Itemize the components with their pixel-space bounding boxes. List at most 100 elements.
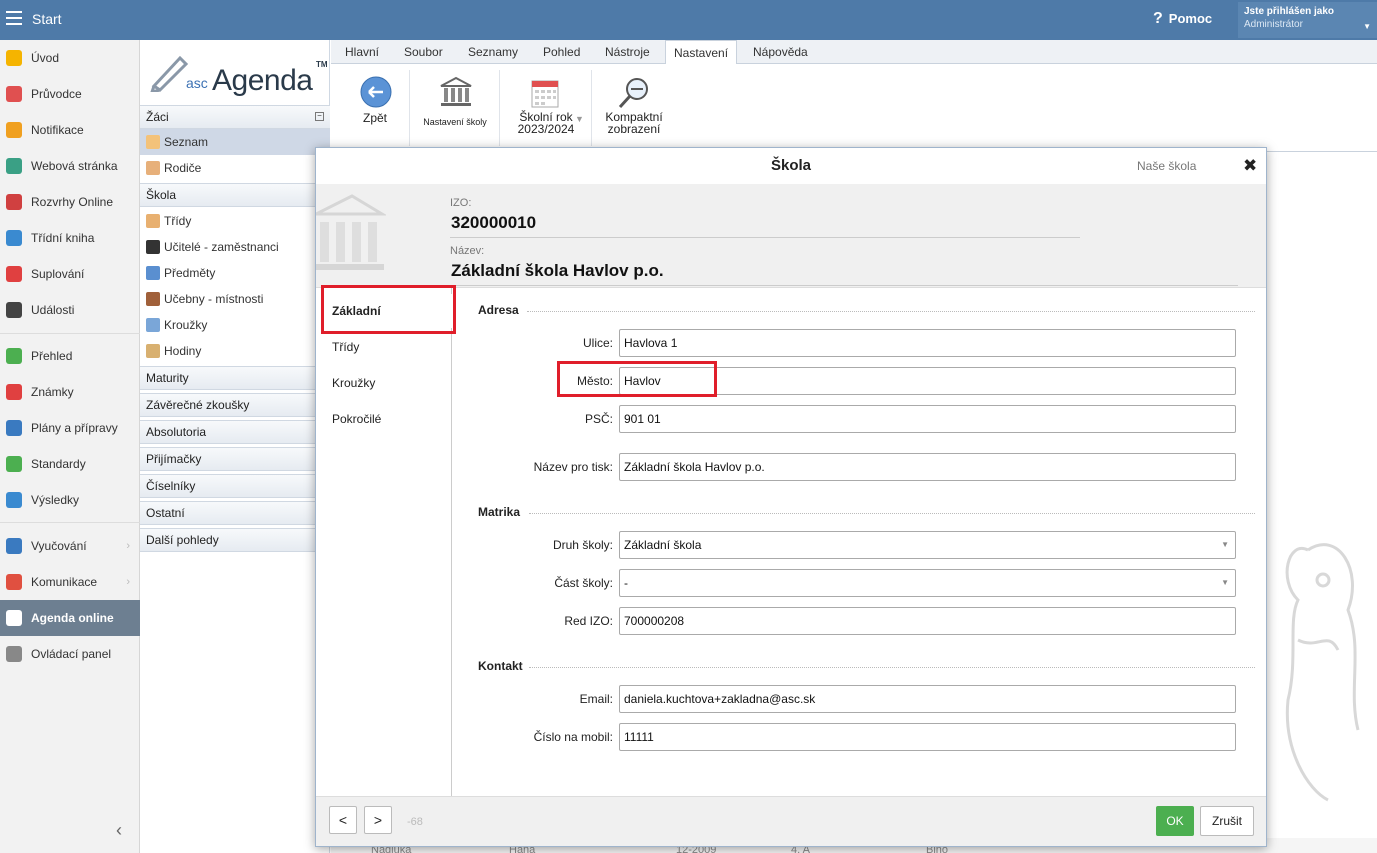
pen-logo-icon xyxy=(150,55,189,92)
next-record-button[interactable]: > xyxy=(364,806,392,834)
start-link[interactable]: Start xyxy=(32,11,62,27)
ribbon-tab[interactable]: Soubor xyxy=(396,40,451,64)
logo-asc: asc xyxy=(186,75,208,91)
item-krouzky[interactable]: Kroužky xyxy=(140,312,330,338)
ok-button[interactable]: OK xyxy=(1156,806,1194,836)
item-ucitele[interactable]: Učitelé - zaměstnanci xyxy=(140,234,330,260)
ribbon-tab[interactable]: Hlavní xyxy=(337,40,387,64)
item-hodiny[interactable]: Hodiny xyxy=(140,338,330,364)
ribbon-tab[interactable]: Nastavení xyxy=(665,40,738,65)
nav-item-open-book[interactable]: Vyučování › xyxy=(0,528,140,564)
red-izo-input[interactable]: 700000208 xyxy=(619,607,1236,635)
ribbon-tab[interactable]: Pohled xyxy=(535,40,588,64)
hamburger-menu-icon[interactable] xyxy=(6,11,22,25)
nav-item-envelope[interactable]: Notifikace xyxy=(0,112,140,148)
nav-item-shield-check[interactable]: Standardy xyxy=(0,446,140,482)
nav-item-star[interactable]: Úvod xyxy=(0,40,140,76)
nav-item-timetable[interactable]: Rozvrhy Online xyxy=(0,184,140,220)
nav-item-chat[interactable]: Komunikace › xyxy=(0,564,140,600)
record-number: -68 xyxy=(407,816,423,828)
highlight-mesto-field xyxy=(557,361,717,397)
item-rodice[interactable]: Rodiče xyxy=(140,155,330,181)
item-predmety[interactable]: Předměty xyxy=(140,260,330,286)
email-input[interactable]: daniela.kuchtova+zakladna@asc.sk xyxy=(619,685,1236,713)
nav-item-check-circle[interactable]: Přehled xyxy=(0,338,140,374)
nav-item-briefcase[interactable]: Plány a přípravy xyxy=(0,410,140,446)
dropdown-arrow-icon: ▼ xyxy=(1221,578,1229,587)
ribbon-tab[interactable]: Seznamy xyxy=(460,40,526,64)
nav-item-bar-chart[interactable]: Výsledky xyxy=(0,482,140,518)
nav-label: Ovládací panel xyxy=(31,647,112,661)
nav-label: Třídní kniha xyxy=(31,231,95,245)
back-label: Zpět xyxy=(362,111,387,125)
nav-item-gear[interactable]: Ovládací panel xyxy=(0,636,140,672)
group-zaverecne[interactable]: Závěrečné zkoušky+ xyxy=(140,393,330,417)
nav-label: Události xyxy=(31,303,75,317)
dropdown-arrow-icon: ▼ xyxy=(575,114,584,124)
collapse-nav-icon[interactable]: ‹ xyxy=(116,820,122,841)
item-ucebny[interactable]: Učebny - místnosti xyxy=(140,286,330,312)
item-label: Seznam xyxy=(164,135,209,149)
item-label: Kroužky xyxy=(164,318,208,332)
tab-tridy[interactable]: Třídy xyxy=(324,330,452,364)
nav-label: Suplování xyxy=(31,267,85,281)
our-school-link[interactable]: Naše škola xyxy=(1137,159,1196,173)
nav-item-grades[interactable]: Známky xyxy=(0,374,140,410)
nav-item-book[interactable]: Třídní kniha xyxy=(0,220,140,256)
house-icon xyxy=(6,158,22,174)
school-settings-button[interactable]: Nastavení školy xyxy=(417,70,493,148)
group-zaci[interactable]: Žáci − xyxy=(140,105,330,129)
cancel-button[interactable]: Zrušit xyxy=(1200,806,1254,836)
group-label: Přijímačky xyxy=(146,452,202,466)
item-seznam[interactable]: Seznam xyxy=(140,129,330,155)
help-link[interactable]: ? Pomoc xyxy=(1153,10,1212,28)
back-button[interactable]: Zpět xyxy=(347,70,403,148)
item-label: Učitelé - zaměstnanci xyxy=(164,240,279,254)
cast-select[interactable]: - ▼ xyxy=(619,569,1236,597)
ribbon-tabs: Hlavní Soubor Seznamy Pohled Nástroje Nastave… xyxy=(331,40,1377,65)
nav-label: Vyučování xyxy=(31,539,87,553)
nav-item-calendar[interactable]: Události xyxy=(0,292,140,328)
item-tridy[interactable]: Třídy xyxy=(140,208,330,234)
druh-select[interactable]: Základní škola ▼ xyxy=(619,531,1236,559)
user-menu[interactable]: Jste přihlášen jako Administrátor ▼ xyxy=(1238,2,1377,38)
psc-input[interactable]: 901 01 xyxy=(619,405,1236,433)
close-icon[interactable]: ✖ xyxy=(1243,156,1257,176)
item-label: Učebny - místnosti xyxy=(164,292,264,306)
caret-down-icon: ▼ xyxy=(1363,22,1371,31)
compact-view-button[interactable]: Kompaktní zobrazení xyxy=(599,70,669,148)
group-prijimacky[interactable]: Přijímačky+ xyxy=(140,447,330,471)
school-header: IZO: 320000010 Název: Základní škola Hav… xyxy=(316,184,1266,288)
prev-record-button[interactable]: < xyxy=(329,806,357,834)
ulice-input[interactable]: Havlova 1 xyxy=(619,329,1236,357)
nazev-tisk-input[interactable]: Základní škola Havlov p.o. xyxy=(619,453,1236,481)
ribbon-tab[interactable]: Nápověda xyxy=(745,40,816,64)
group-label: Maturity xyxy=(146,371,189,385)
section-matrika: Matrika xyxy=(478,505,521,519)
group-absolutoria[interactable]: Absolutoria+ xyxy=(140,420,330,444)
collapse-icon[interactable]: − xyxy=(315,112,324,121)
envelope-icon xyxy=(6,122,22,138)
star-icon xyxy=(6,50,22,66)
group-ostatni[interactable]: Ostatní+ xyxy=(140,501,330,525)
nav-item-pen[interactable]: Agenda online xyxy=(0,600,140,636)
user-caption: Jste přihlášen jako xyxy=(1244,6,1335,17)
person-icon xyxy=(6,266,22,282)
check-circle-icon xyxy=(6,348,22,364)
mobil-input[interactable]: 11111 xyxy=(619,723,1236,751)
ribbon-tab[interactable]: Nástroje xyxy=(597,40,658,64)
door-icon xyxy=(146,292,160,306)
tab-krouzky[interactable]: Kroužky xyxy=(324,366,452,400)
school-dialog: Škola Naše škola ✖ IZO: 320000010 Název:… xyxy=(315,147,1267,847)
school-year-dropdown[interactable]: Školní rok 2023/2024 ▼ xyxy=(507,70,585,148)
nav-item-person[interactable]: Suplování xyxy=(0,256,140,292)
group-maturity[interactable]: Maturity+ xyxy=(140,366,330,390)
group-ciselniky[interactable]: Číselníky+ xyxy=(140,474,330,498)
nav-item-wand[interactable]: Průvodce xyxy=(0,76,140,112)
chevron-right-icon: › xyxy=(126,540,130,552)
tab-pokrocile[interactable]: Pokročilé xyxy=(324,402,452,436)
nav-item-house[interactable]: Webová stránka xyxy=(0,148,140,184)
group-dalsi[interactable]: Další pohledy+ xyxy=(140,528,330,552)
group-skola[interactable]: Škola+ xyxy=(140,183,330,207)
group-label: Závěrečné zkoušky xyxy=(146,398,250,412)
